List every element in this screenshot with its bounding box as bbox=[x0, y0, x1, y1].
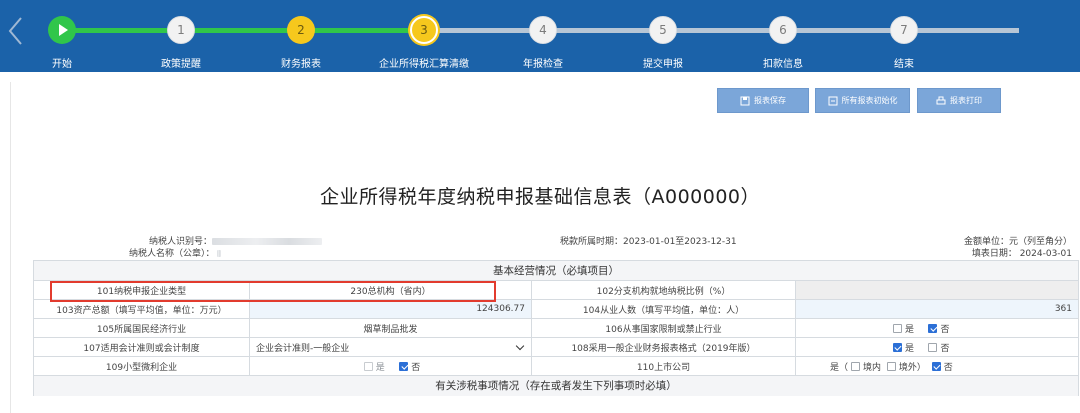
progress-track-done bbox=[62, 28, 424, 33]
step-label-end: 结束 bbox=[894, 59, 914, 70]
refresh-icon bbox=[828, 96, 837, 105]
save-report-button[interactable]: 报表保存 bbox=[717, 88, 809, 113]
form-title: 企业所得税年度纳税申报基础信息表（A000000） bbox=[319, 186, 761, 208]
progress-track-remaining bbox=[424, 28, 1019, 33]
row-104-input[interactable]: 361 bbox=[795, 299, 1079, 319]
row-109-no-checkbox[interactable] bbox=[399, 361, 409, 371]
row-109-label: 109小型微利企业 bbox=[33, 356, 250, 376]
row-101-value[interactable]: 230总机构（省内） bbox=[249, 280, 532, 300]
row-102-input bbox=[795, 280, 1079, 300]
row-106-no-label: 否 bbox=[940, 324, 950, 335]
row-110-label: 110上市公司 bbox=[531, 356, 796, 376]
step-label-cit: 企业所得税汇算清缴 bbox=[379, 59, 469, 70]
row-108-no-label: 否 bbox=[940, 343, 950, 354]
printer-icon bbox=[936, 96, 946, 104]
row-104-label: 104从业人数（填写平均值，单位：人） bbox=[531, 299, 796, 319]
step-label-deduction: 扣款信息 bbox=[763, 59, 803, 70]
step-label-submit: 提交申报 bbox=[643, 59, 683, 70]
row-105-label: 105所属国民经济行业 bbox=[33, 318, 250, 338]
fill-date: 填表日期： 2024-03-01 bbox=[971, 249, 1072, 259]
page-left-rule bbox=[10, 82, 11, 413]
back-arrow-icon[interactable] bbox=[4, 14, 28, 48]
row-110-domestic-checkbox[interactable] bbox=[851, 361, 861, 371]
step-label-policy: 政策提醒 bbox=[161, 59, 201, 70]
row-106-yes-checkbox[interactable] bbox=[893, 323, 902, 333]
init-all-reports-button[interactable]: 所有报表初始化 bbox=[815, 88, 910, 113]
row-103-input[interactable]: 124306.77 bbox=[249, 299, 532, 319]
redacted-taxpayer-id bbox=[212, 238, 323, 245]
row-110-overseas-label: 境外） bbox=[898, 362, 926, 373]
step-1-node[interactable]: 1 bbox=[167, 16, 195, 44]
row-109-yes-label: 是 bbox=[375, 362, 385, 373]
taxpayer-name: 纳税人名称（公章）： bbox=[129, 246, 222, 259]
row-110-options: 是（ 境内 境外） 否 bbox=[795, 356, 1079, 376]
section-header-tax-matters: 有关涉税事项情况（存在或者发生下列事项时必填） bbox=[33, 375, 1079, 396]
row-108-yes-label: 是 bbox=[905, 343, 915, 354]
table-row: 107适用会计准则或会计制度 企业会计准则-一般企业 108采用一般企业财务报表… bbox=[33, 337, 1079, 357]
row-109-yes-checkbox[interactable] bbox=[363, 361, 373, 371]
row-107-label: 107适用会计准则或会计制度 bbox=[33, 337, 250, 357]
row-107-selected-value: 企业会计准则-一般企业 bbox=[256, 343, 350, 354]
table-row: 101纳税申报企业类型 230总机构（省内） 102分支机构就地纳税比例（%） bbox=[33, 280, 1079, 300]
row-108-label: 108采用一般企业财务报表格式（2019年版） bbox=[531, 337, 796, 357]
row-109-no-label: 否 bbox=[411, 362, 421, 373]
tax-period: 税款所属时期：2023-01-01至2023-12-31 bbox=[560, 237, 737, 247]
row-103-label: 103资产总额（填写平均值，单位：万元） bbox=[33, 299, 250, 319]
row-110-overseas-checkbox[interactable] bbox=[886, 361, 896, 371]
step-start-node[interactable] bbox=[48, 16, 76, 44]
row-106-options: 是 否 bbox=[795, 318, 1079, 338]
init-all-reports-label: 所有报表初始化 bbox=[841, 96, 898, 105]
step-7-node[interactable]: 7 bbox=[890, 16, 918, 44]
save-icon bbox=[740, 96, 750, 105]
row-108-no-checkbox[interactable] bbox=[928, 342, 938, 352]
step-label-annual-check: 年报检查 bbox=[523, 59, 563, 70]
table-row: 109小型微利企业 是 否 110上市公司 是（ 境内 境外） 否 bbox=[33, 356, 1079, 376]
save-report-label: 报表保存 bbox=[754, 96, 786, 105]
row-110-yes-label: 是（ bbox=[830, 362, 849, 373]
step-2-node[interactable]: 2 bbox=[287, 16, 315, 44]
chevron-down-icon bbox=[515, 341, 525, 351]
step-progress-bar: 1 2 3 4 5 6 7 开始 政策提醒 财务报表 企业所得税汇算清缴 年报检… bbox=[0, 0, 1080, 72]
table-row: 105所属国民经济行业 烟草制品批发 106从事国家限制或禁止行业 是 否 bbox=[33, 318, 1079, 338]
redacted-taxpayer-name bbox=[217, 250, 222, 257]
row-110-no-checkbox[interactable] bbox=[931, 361, 941, 371]
print-report-button[interactable]: 报表打印 bbox=[917, 88, 1001, 113]
print-report-label: 报表打印 bbox=[950, 96, 982, 105]
section-header-basic: 基本经营情况（必填项目） bbox=[33, 260, 1079, 281]
row-110-domestic-label: 境内 bbox=[863, 362, 882, 373]
play-icon bbox=[59, 24, 68, 36]
row-109-options: 是 否 bbox=[249, 356, 532, 376]
row-110-no-label: 否 bbox=[943, 362, 953, 373]
step-label-start: 开始 bbox=[52, 59, 72, 70]
step-6-node[interactable]: 6 bbox=[769, 16, 797, 44]
row-106-yes-label: 是 bbox=[905, 324, 915, 335]
row-106-label: 106从事国家限制或禁止行业 bbox=[531, 318, 796, 338]
step-5-node[interactable]: 5 bbox=[649, 16, 677, 44]
step-label-financial: 财务报表 bbox=[281, 59, 321, 70]
row-106-no-checkbox[interactable] bbox=[928, 323, 938, 333]
row-105-value[interactable]: 烟草制品批发 bbox=[249, 318, 532, 338]
row-102-label: 102分支机构就地纳税比例（%） bbox=[531, 280, 796, 300]
table-row: 103资产总额（填写平均值，单位：万元） 124306.77 104从业人数（填… bbox=[33, 299, 1079, 319]
basic-info-table: 基本经营情况（必填项目） 101纳税申报企业类型 230总机构（省内） 102分… bbox=[33, 260, 1079, 396]
step-3-node[interactable]: 3 bbox=[410, 16, 438, 44]
row-101-label: 101纳税申报企业类型 bbox=[33, 280, 250, 300]
row-107-select[interactable]: 企业会计准则-一般企业 bbox=[249, 337, 532, 357]
row-108-yes-checkbox[interactable] bbox=[893, 342, 902, 352]
row-108-options: 是 否 bbox=[795, 337, 1079, 357]
step-4-node[interactable]: 4 bbox=[529, 16, 557, 44]
